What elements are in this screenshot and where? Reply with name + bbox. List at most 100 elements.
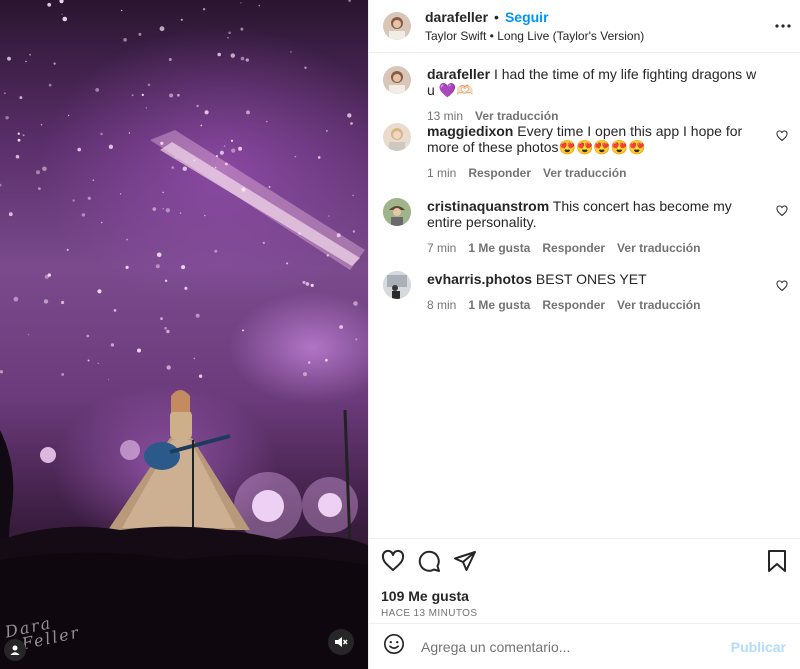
comment-input[interactable]	[419, 637, 731, 656]
light-speckle	[166, 329, 170, 334]
light-speckle	[171, 166, 174, 169]
post-photo[interactable]: Dara Feller	[0, 0, 368, 669]
translate-link[interactable]: Ver traducción	[617, 297, 700, 313]
light-speckle	[86, 334, 90, 338]
light-speckle	[77, 147, 81, 152]
light-speckle	[13, 296, 19, 302]
comment-time[interactable]: 13 min	[427, 108, 463, 124]
light-speckle	[113, 309, 117, 312]
caption: darafeller I had the time of my life fig…	[383, 66, 790, 124]
translate-link[interactable]: Ver traducción	[617, 240, 700, 256]
audio-label[interactable]: Taylor Swift • Long Live (Taylor's Versi…	[425, 29, 644, 43]
comment-time[interactable]: 1 min	[427, 165, 456, 181]
light-speckle	[7, 56, 11, 61]
avatar[interactable]	[383, 198, 411, 226]
avatar[interactable]	[383, 12, 411, 40]
light-speckle	[66, 248, 69, 251]
light-speckle	[108, 144, 114, 149]
comment-like-heart-icon[interactable]	[776, 204, 788, 222]
light-speckle	[87, 359, 90, 362]
reply-link[interactable]: Responder	[542, 240, 605, 256]
translate-link[interactable]: Ver traducción	[543, 165, 626, 181]
light-speckle	[61, 300, 65, 305]
comment-like-heart-icon[interactable]	[776, 129, 788, 147]
comment-like-heart-icon[interactable]	[776, 279, 788, 297]
light-speckle	[307, 361, 311, 364]
light-speckle	[47, 2, 52, 7]
light-speckle	[204, 110, 209, 115]
light-speckle	[138, 32, 142, 36]
light-speckle	[152, 207, 157, 211]
light-speckle	[195, 313, 200, 318]
light-speckle	[304, 66, 307, 70]
reply-link[interactable]: Responder	[542, 297, 605, 313]
more-horizontal-icon	[775, 24, 791, 28]
light-speckle	[162, 191, 164, 194]
light-speckle	[290, 51, 292, 53]
comment-time[interactable]: 7 min	[427, 240, 456, 256]
light-speckle	[17, 132, 20, 135]
more-options-button[interactable]	[774, 17, 792, 35]
light-speckle	[53, 62, 56, 65]
light-speckle	[125, 265, 129, 269]
mute-audio-button[interactable]	[328, 629, 354, 655]
light-speckle	[166, 365, 171, 370]
author-username[interactable]: darafeller	[425, 9, 488, 25]
light-speckle	[165, 208, 171, 213]
light-speckle	[352, 230, 356, 233]
emoji-icon[interactable]	[383, 633, 405, 660]
light-speckle	[245, 58, 249, 62]
light-speckle	[141, 93, 144, 97]
light-speckle	[219, 150, 224, 155]
light-speckle	[87, 196, 91, 200]
light-speckle	[137, 348, 141, 353]
like-heart-icon[interactable]	[381, 549, 405, 573]
comment-username[interactable]: darafeller	[427, 66, 490, 82]
bookmark-save-icon[interactable]	[766, 549, 788, 573]
comment-likes-count[interactable]: 1 Me gusta	[468, 240, 530, 256]
light-speckle	[126, 238, 128, 241]
light-speckle	[228, 31, 231, 35]
follow-button[interactable]: Seguir	[505, 9, 549, 25]
comment-time[interactable]: 8 min	[427, 297, 456, 313]
light-speckle	[0, 370, 4, 374]
light-speckle	[81, 213, 86, 217]
translate-link[interactable]: Ver traducción	[475, 108, 558, 124]
light-speckle	[107, 378, 109, 381]
light-speckle	[184, 286, 188, 290]
publish-button[interactable]: Publicar	[731, 639, 786, 655]
comment-username[interactable]: cristinaquanstrom	[427, 198, 549, 214]
comment-username[interactable]: maggiedixon	[427, 123, 513, 139]
tagged-users-icon[interactable]	[4, 639, 26, 661]
avatar[interactable]	[383, 271, 411, 299]
comment-likes-count[interactable]: 1 Me gusta	[468, 297, 530, 313]
light-speckle	[48, 83, 52, 87]
share-send-icon[interactable]	[453, 549, 477, 573]
light-speckle	[155, 264, 160, 269]
likes-count[interactable]: 109 Me gusta	[381, 588, 788, 604]
reply-link[interactable]: Responder	[468, 165, 531, 181]
list-item: evharris.photos BEST ONES YET 8 min 1 Me…	[383, 271, 790, 313]
avatar[interactable]	[383, 123, 411, 151]
light-speckle	[100, 221, 103, 224]
light-speckle	[305, 282, 310, 286]
comment-bubble-icon[interactable]	[417, 549, 441, 573]
light-speckle	[231, 148, 236, 153]
light-speckle	[36, 170, 40, 175]
light-speckle	[164, 326, 168, 330]
light-speckle	[302, 280, 306, 284]
light-speckle	[38, 187, 41, 191]
light-speckle	[227, 37, 229, 39]
light-speckle	[92, 179, 95, 181]
post-actions: 109 Me gusta HACE 13 MINUTOS	[369, 538, 800, 619]
light-speckle	[214, 249, 218, 253]
light-speckle	[204, 214, 206, 217]
light-speckle	[181, 265, 186, 270]
light-speckle	[266, 120, 268, 123]
light-speckle	[240, 56, 245, 61]
comment-username[interactable]: evharris.photos	[427, 271, 532, 287]
avatar[interactable]	[383, 66, 411, 94]
light-speckle	[230, 139, 234, 142]
light-speckle	[347, 113, 352, 118]
light-speckle	[145, 107, 147, 109]
